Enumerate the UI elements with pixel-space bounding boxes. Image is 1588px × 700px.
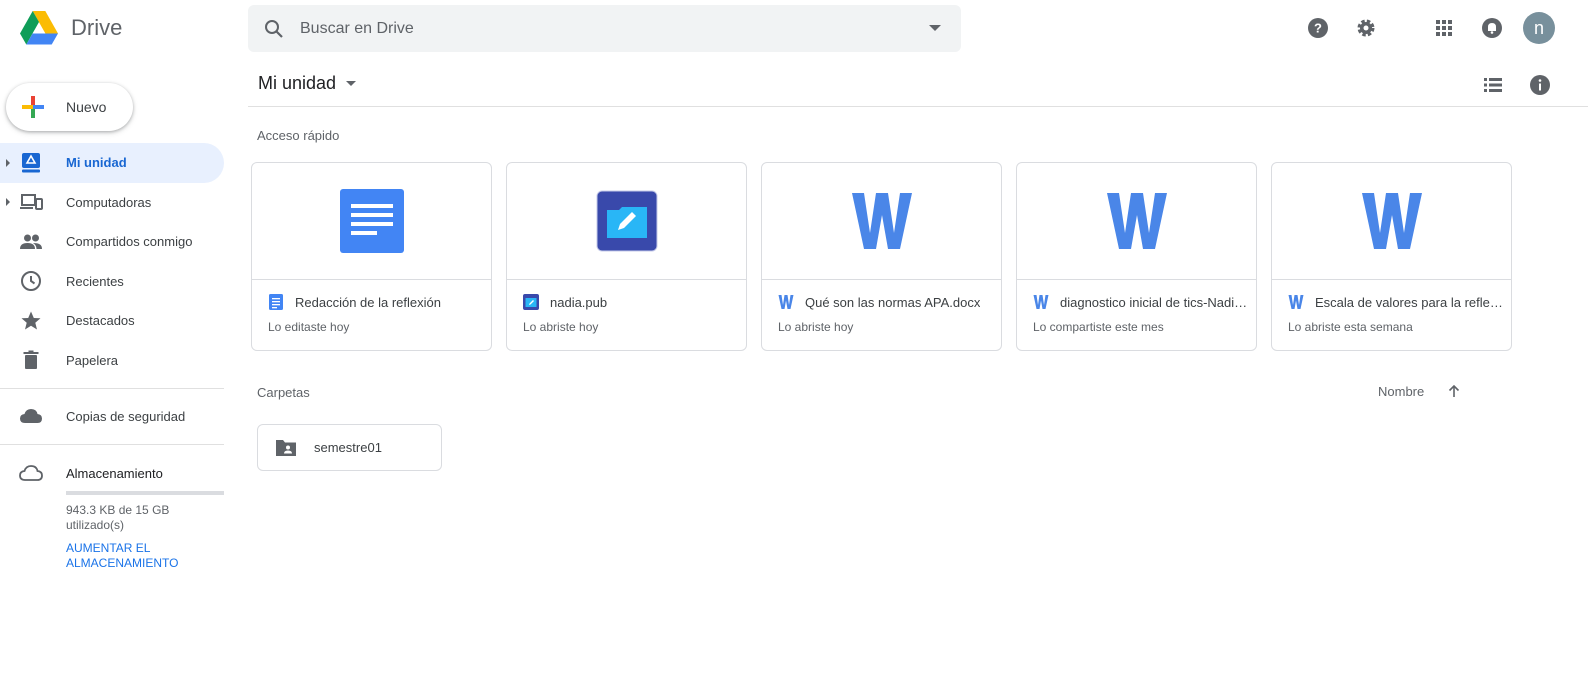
- help-icon[interactable]: ?: [1306, 16, 1330, 40]
- search-input[interactable]: [300, 19, 900, 38]
- google-docs-icon: [339, 189, 404, 253]
- word-document-icon: [851, 193, 912, 249]
- card-thumbnail[interactable]: [762, 163, 1001, 280]
- card-subtitle: Lo editaste hoy: [268, 320, 350, 334]
- notifications-bell-icon[interactable]: [1480, 16, 1504, 40]
- upgrade-storage-link[interactable]: AUMENTAR EL ALMACENAMIENTO: [66, 541, 216, 571]
- card-thumbnail[interactable]: [1272, 163, 1511, 280]
- account-avatar[interactable]: n: [1523, 12, 1555, 44]
- card-title-row: diagnostico inicial de tics-Nadia.docx: [1033, 294, 1248, 310]
- publisher-file-icon: [596, 190, 657, 252]
- folder-name: semestre01: [314, 440, 382, 455]
- google-drive-logo-icon: [20, 11, 58, 45]
- expand-arrow-icon[interactable]: [6, 158, 10, 167]
- plus-icon: [22, 96, 44, 118]
- folder-item[interactable]: semestre01: [257, 424, 442, 471]
- card-title: diagnostico inicial de tics-Nadia.docx: [1060, 294, 1248, 310]
- settings-gear-icon[interactable]: [1354, 16, 1378, 40]
- clock-icon: [21, 271, 41, 292]
- search-bar[interactable]: [248, 5, 961, 52]
- card-thumbnail[interactable]: [1017, 163, 1256, 280]
- svg-text:?: ?: [1314, 21, 1322, 36]
- storage-usage-bar: [66, 491, 224, 495]
- sidebar-item-backups[interactable]: Copias de seguridad: [0, 396, 224, 436]
- sidebar-divider: [0, 388, 224, 389]
- sidebar-item-shared[interactable]: Compartidos conmigo: [0, 222, 224, 262]
- sidebar-item-label: Papelera: [66, 352, 119, 368]
- card-title: nadia.pub: [550, 294, 608, 310]
- new-button-label: Nuevo: [66, 99, 107, 115]
- sidebar-item-recent[interactable]: Recientes: [0, 262, 224, 302]
- sidebar-item-label: Copias de seguridad: [66, 408, 186, 424]
- sort-by-name-button[interactable]: Nombre: [1378, 384, 1424, 399]
- sidebar-item-trash[interactable]: Papelera: [0, 341, 224, 381]
- info-icon[interactable]: [1528, 73, 1552, 97]
- card-subtitle: Lo compartiste este mes: [1033, 320, 1164, 334]
- sidebar-item-label: Computadoras: [66, 194, 152, 210]
- expand-arrow-icon[interactable]: [6, 198, 10, 207]
- chevron-down-icon[interactable]: [346, 81, 357, 86]
- sidebar-item-label: Destacados: [66, 313, 135, 329]
- header-divider: [248, 106, 1588, 107]
- new-button[interactable]: Nuevo: [6, 83, 133, 131]
- quick-access-title: Acceso rápido: [257, 128, 340, 143]
- search-icon[interactable]: [262, 17, 286, 41]
- quick-access-card[interactable]: nadia.pub Lo abriste hoy: [506, 162, 747, 351]
- search-options-caret-icon[interactable]: [929, 25, 941, 31]
- sidebar-item-label: Recientes: [66, 273, 124, 289]
- apps-grid-icon[interactable]: [1432, 16, 1456, 40]
- quick-access-card[interactable]: diagnostico inicial de tics-Nadia.docx L…: [1016, 162, 1257, 351]
- computers-icon: [20, 194, 43, 211]
- card-title: Qué son las normas APA.docx: [805, 294, 981, 310]
- card-subtitle: Lo abriste esta semana: [1288, 320, 1413, 334]
- card-title: Escala de valores para la reflexión.docx: [1315, 294, 1503, 310]
- sidebar-divider: [0, 444, 224, 445]
- quick-access-card[interactable]: Qué son las normas APA.docx Lo abriste h…: [761, 162, 1002, 351]
- quick-access-card[interactable]: Redacción de la reflexión Lo editaste ho…: [251, 162, 492, 351]
- sidebar-nav: Mi unidad Computadoras Compartidos conmi…: [0, 143, 224, 380]
- list-view-icon[interactable]: [1481, 73, 1505, 97]
- sidebar-item-my-drive[interactable]: Mi unidad: [0, 143, 224, 183]
- my-drive-icon: [22, 152, 40, 173]
- app-name: Drive: [71, 15, 123, 40]
- storage-title[interactable]: Almacenamiento: [66, 466, 163, 481]
- cloud-icon: [20, 409, 42, 423]
- shared-folder-icon: [276, 439, 296, 456]
- storage-used-text: 943.3 KB de 15 GB utilizado(s): [66, 503, 170, 532]
- drive-logo[interactable]: Drive: [20, 11, 122, 45]
- card-subtitle: Lo abriste hoy: [778, 320, 854, 334]
- page-title[interactable]: Mi unidad: [258, 73, 336, 94]
- folders-section-title: Carpetas: [257, 385, 310, 400]
- card-thumbnail[interactable]: [507, 163, 746, 280]
- word-document-icon: [778, 295, 794, 309]
- cloud-outline-icon: [19, 465, 43, 481]
- card-title-row: Escala de valores para la reflexión.docx: [1288, 294, 1503, 310]
- shared-people-icon: [20, 234, 42, 249]
- card-thumbnail[interactable]: [252, 163, 491, 280]
- word-document-icon: [1106, 193, 1167, 249]
- star-icon: [21, 311, 41, 330]
- google-docs-icon: [269, 294, 283, 310]
- sidebar-item-computers[interactable]: Computadoras: [0, 183, 224, 223]
- card-title-row: Redacción de la reflexión: [268, 294, 483, 310]
- sidebar-item-label: Compartidos conmigo: [66, 234, 193, 250]
- breadcrumb[interactable]: Mi unidad: [258, 73, 357, 94]
- sidebar-item-label: Mi unidad: [66, 155, 127, 171]
- publisher-file-icon: [523, 294, 539, 310]
- sort-ascending-arrow-icon[interactable]: [1446, 383, 1462, 399]
- card-subtitle: Lo abriste hoy: [523, 320, 599, 334]
- sidebar-item-starred[interactable]: Destacados: [0, 301, 224, 341]
- word-document-icon: [1033, 295, 1049, 309]
- word-document-icon: [1361, 193, 1422, 249]
- word-document-icon: [1288, 295, 1304, 309]
- trash-icon: [23, 350, 39, 370]
- quick-access-cards: Redacción de la reflexión Lo editaste ho…: [251, 162, 1526, 351]
- card-title-row: Qué son las normas APA.docx: [778, 294, 993, 310]
- card-title: Redacción de la reflexión: [295, 294, 441, 310]
- quick-access-card[interactable]: Escala de valores para la reflexión.docx…: [1271, 162, 1512, 351]
- card-title-row: nadia.pub: [523, 294, 738, 310]
